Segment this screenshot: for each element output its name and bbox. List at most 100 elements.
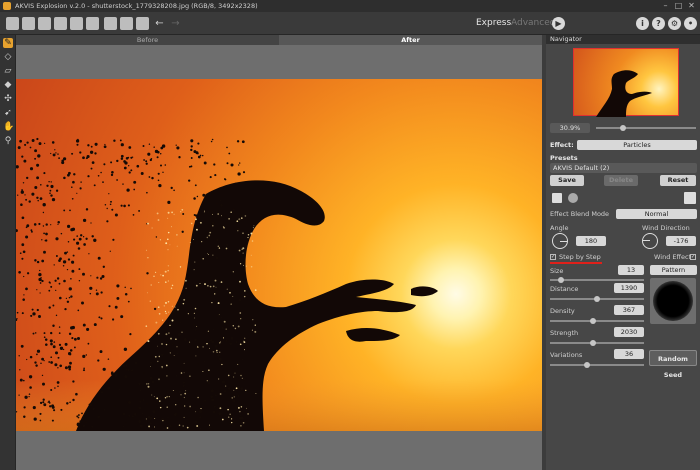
close-icon[interactable]: ✕ <box>687 1 696 10</box>
direction-icon[interactable]: ➹ <box>3 108 13 118</box>
save-preset-button[interactable]: Save <box>550 175 584 186</box>
particle <box>225 243 229 247</box>
particle <box>57 220 60 224</box>
settings-tab-icon[interactable] <box>552 193 562 203</box>
density-value[interactable]: 367 <box>614 305 644 315</box>
zoom-slider[interactable] <box>596 125 696 131</box>
help-icon[interactable]: ? <box>652 17 665 30</box>
save-image-icon[interactable] <box>38 17 51 30</box>
spark <box>228 218 230 220</box>
strength-value[interactable]: 2030 <box>614 327 644 337</box>
spark <box>195 411 197 413</box>
reset-preset-button[interactable]: Reset <box>660 175 696 186</box>
size-slider-knob[interactable] <box>558 277 564 283</box>
particle <box>24 194 26 196</box>
spark <box>159 400 161 402</box>
open-image-icon[interactable] <box>22 17 35 30</box>
particle <box>159 152 162 155</box>
particle <box>67 240 70 243</box>
lasso-icon[interactable]: ◇ <box>3 52 13 62</box>
effect-dropdown[interactable]: Particles <box>577 140 697 150</box>
particle <box>35 364 38 367</box>
density-slider-knob[interactable] <box>590 318 596 324</box>
particle <box>69 401 71 404</box>
texture-tab-icon[interactable] <box>568 193 578 203</box>
delete-preset-button[interactable]: Delete <box>604 175 638 186</box>
notifications-icon[interactable]: • <box>684 17 697 30</box>
background-tab-icon[interactable] <box>684 192 696 204</box>
size-slider[interactable] <box>550 277 644 283</box>
run-processing-icon[interactable]: ▶ <box>552 17 565 30</box>
particle <box>86 327 90 331</box>
distance-value[interactable]: 1390 <box>614 283 644 293</box>
bucket-icon[interactable]: ◆ <box>3 80 13 90</box>
wind-effect-label[interactable]: Wind Effect <box>654 253 691 261</box>
spark <box>195 355 197 357</box>
pattern-dropdown[interactable]: Pattern <box>650 265 697 275</box>
spark <box>250 232 253 235</box>
run-icon[interactable] <box>136 17 149 30</box>
spark <box>193 238 194 240</box>
step-by-step-checkbox[interactable]: ✓ <box>550 254 556 260</box>
strength-slider-knob[interactable] <box>590 340 596 346</box>
home-icon[interactable] <box>6 17 19 30</box>
blend-mode-dropdown[interactable]: Normal <box>616 209 697 219</box>
wind-direction-value[interactable]: -176 <box>666 236 696 246</box>
navigator-preview-graphic <box>596 70 652 117</box>
mode-express-tab[interactable]: Express <box>476 18 511 28</box>
info-icon[interactable]: i <box>636 17 649 30</box>
variations-slider-knob[interactable] <box>584 362 590 368</box>
spark <box>225 328 227 330</box>
particle <box>124 292 128 296</box>
step-by-step-label[interactable]: Step by Step <box>559 253 601 261</box>
strength-slider[interactable] <box>550 340 644 346</box>
particle <box>50 194 53 197</box>
presets-dropdown[interactable]: AKVIS Default (2) <box>550 163 697 173</box>
angle-value[interactable]: 180 <box>576 236 606 246</box>
hand-icon[interactable]: ✋ <box>3 122 14 132</box>
redo-icon[interactable]: → <box>169 17 182 30</box>
share-icon[interactable] <box>86 17 99 30</box>
mode-advanced-tab[interactable]: Advanced <box>511 18 555 28</box>
selection-brush-icon[interactable]: ✎ <box>3 38 13 48</box>
particle <box>81 412 83 415</box>
eraser-icon[interactable]: ▱ <box>3 66 13 76</box>
zoom-icon[interactable]: ⚲ <box>3 136 13 146</box>
size-value[interactable]: 13 <box>618 265 644 275</box>
print-icon[interactable] <box>54 17 67 30</box>
image-canvas[interactable] <box>16 45 542 470</box>
wind-direction-dial[interactable] <box>642 233 658 249</box>
distance-slider[interactable] <box>550 296 644 302</box>
undo-icon[interactable]: ← <box>153 17 166 30</box>
batch-icon[interactable] <box>70 17 83 30</box>
zoom-slider-knob[interactable] <box>620 125 626 131</box>
save-strokes-icon[interactable] <box>120 17 133 30</box>
minimize-icon[interactable]: – <box>661 1 670 10</box>
load-strokes-icon[interactable] <box>104 17 117 30</box>
particle <box>50 342 53 346</box>
density-slider[interactable] <box>550 318 644 324</box>
tab-after[interactable]: After <box>279 35 542 45</box>
particle <box>28 393 31 395</box>
particle <box>16 318 18 320</box>
zoom-dropdown[interactable]: 30.9% <box>550 123 590 133</box>
transform-icon[interactable]: ✣ <box>3 94 13 104</box>
particle <box>190 145 193 148</box>
angle-dial[interactable] <box>552 233 568 249</box>
spark <box>145 418 147 420</box>
maximize-icon[interactable]: □ <box>674 1 683 10</box>
wind-effect-checkbox[interactable]: ✓ <box>690 254 696 260</box>
spark <box>165 242 168 245</box>
random-seed-button[interactable]: Random Seed <box>649 350 697 379</box>
tab-before[interactable]: Before <box>16 35 279 45</box>
distance-slider-knob[interactable] <box>594 296 600 302</box>
variations-value[interactable]: 36 <box>614 349 644 359</box>
photo-horse-silhouette[interactable] <box>16 79 542 431</box>
particle <box>176 352 179 355</box>
pattern-preview[interactable] <box>650 278 696 324</box>
particle <box>123 166 127 170</box>
particle <box>37 154 41 158</box>
gear-icon[interactable]: ⚙ <box>668 17 681 30</box>
variations-slider[interactable] <box>550 362 644 368</box>
navigator-thumbnail[interactable] <box>573 48 679 117</box>
